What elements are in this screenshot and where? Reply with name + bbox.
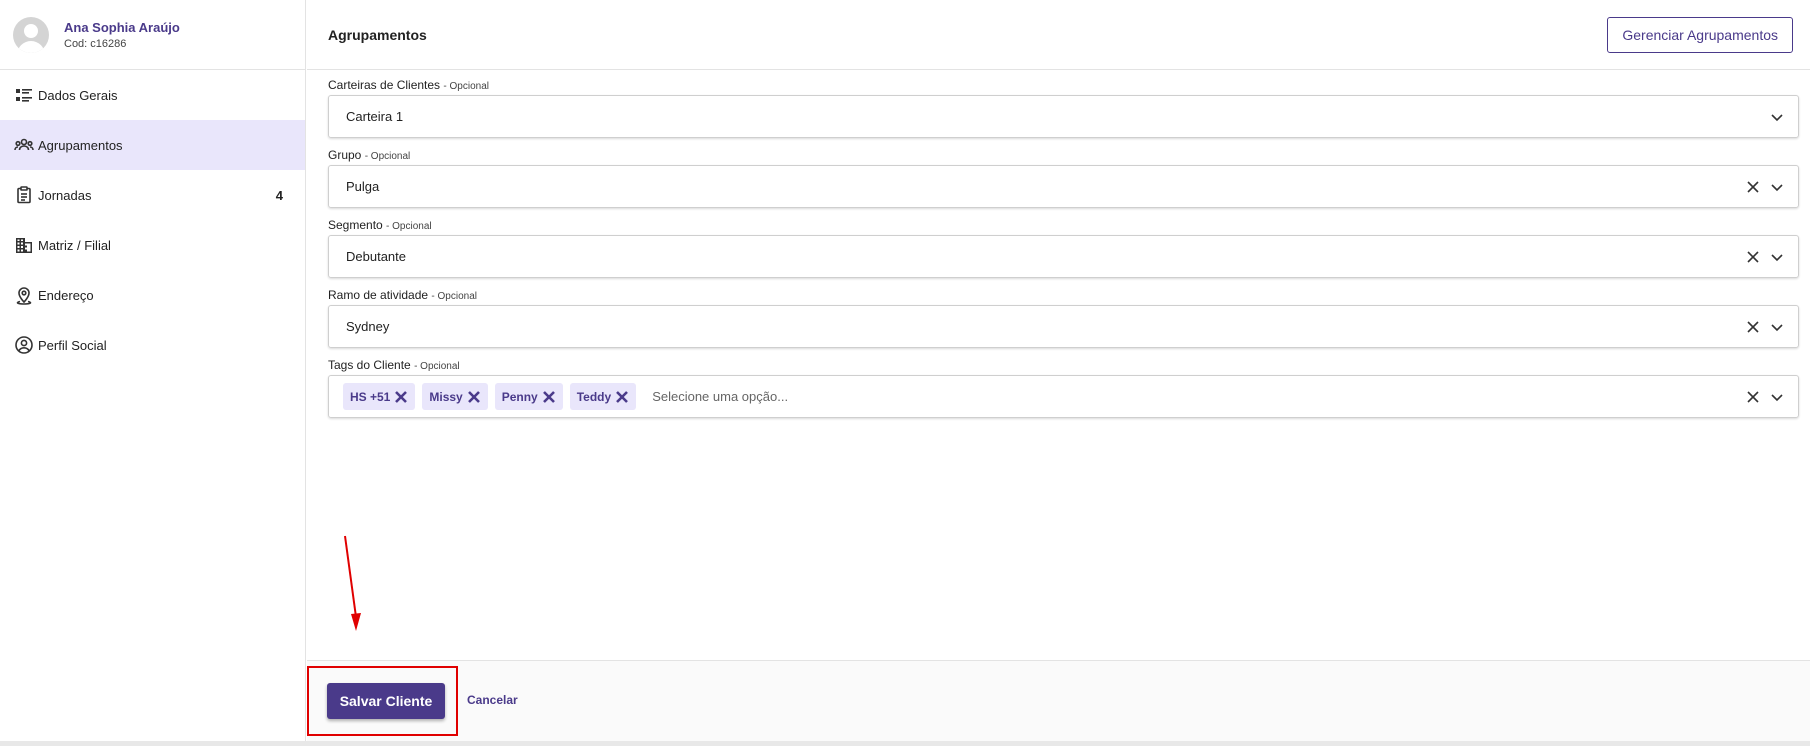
field-label: Tags do Cliente - Opcional bbox=[328, 358, 460, 372]
sidebar-item-dados-gerais[interactable]: Dados Gerais bbox=[0, 70, 305, 120]
optional-label: - Opcional bbox=[443, 81, 489, 92]
tag-label: HS +51 bbox=[350, 389, 391, 404]
building-icon bbox=[16, 238, 32, 253]
remove-tag-icon[interactable] bbox=[394, 390, 408, 404]
sidebar-item-label: Matriz / Filial bbox=[38, 237, 111, 253]
tag-label: Teddy bbox=[576, 389, 612, 404]
field-ramo-atividade: Ramo de atividade - Opcional Sydney bbox=[328, 287, 1799, 348]
field-segmento: Segmento - Opcional Debutante bbox=[328, 217, 1799, 278]
segmento-select[interactable]: Debutante bbox=[328, 235, 1799, 278]
select-value: Debutante bbox=[346, 249, 406, 264]
chevron-down-icon[interactable] bbox=[1770, 390, 1784, 404]
field-label: Ramo de atividade - Opcional bbox=[328, 288, 477, 302]
sidebar-item-endereco[interactable]: Endereço bbox=[0, 270, 305, 320]
sidebar-item-label: Agrupamentos bbox=[38, 137, 123, 153]
tag-label: Missy bbox=[429, 389, 463, 404]
tag-chip: Penny bbox=[494, 383, 563, 410]
optional-label: - Opcional bbox=[364, 151, 411, 162]
user-circle-icon bbox=[15, 336, 33, 354]
clear-icon[interactable] bbox=[1746, 180, 1760, 194]
remove-tag-icon[interactable] bbox=[467, 390, 481, 404]
tag-chip: HS +51 bbox=[343, 383, 416, 410]
tags-multiselect[interactable]: HS +51 Missy Penny Teddy Selecione uma o… bbox=[328, 375, 1799, 418]
chevron-down-icon[interactable] bbox=[1770, 250, 1784, 264]
field-label: Carteiras de Clientes - Opcional bbox=[328, 78, 489, 92]
sidebar-item-label: Endereço bbox=[38, 287, 94, 303]
optional-label: - Opcional bbox=[414, 361, 460, 372]
chevron-down-icon[interactable] bbox=[1770, 320, 1784, 334]
manage-groupings-button[interactable]: Gerenciar Agrupamentos bbox=[1607, 16, 1793, 53]
sidebar-item-label: Jornadas bbox=[38, 187, 92, 203]
profile-header: Ana Sophia Araújo Cod: c16286 bbox=[0, 0, 305, 70]
map-pin-icon bbox=[16, 287, 32, 305]
field-carteiras: Carteiras de Clientes - Opcional Carteir… bbox=[328, 77, 1799, 138]
clear-icon[interactable] bbox=[1746, 250, 1760, 264]
field-tags: Tags do Cliente - Opcional HS +51 Missy … bbox=[328, 357, 1799, 418]
groupings-form: Carteiras de Clientes - Opcional Carteir… bbox=[307, 70, 1810, 418]
cancel-link[interactable]: Cancelar bbox=[467, 693, 518, 707]
sidebar-item-perfil-social[interactable]: Perfil Social bbox=[0, 320, 305, 370]
sidebar-item-jornadas[interactable]: Jornadas 4 bbox=[0, 170, 305, 220]
chevron-down-icon[interactable] bbox=[1770, 180, 1784, 194]
field-grupo: Grupo - Opcional Pulga bbox=[328, 147, 1799, 208]
sidebar-item-label: Dados Gerais bbox=[38, 87, 118, 103]
remove-tag-icon[interactable] bbox=[542, 390, 556, 404]
sidebar-nav: Dados Gerais Agrupamentos Jornadas 4 Mat… bbox=[0, 70, 305, 370]
page-header: Agrupamentos Gerenciar Agrupamentos bbox=[307, 0, 1810, 70]
tags-search-input[interactable]: Selecione uma opção... bbox=[652, 389, 1746, 404]
sidebar-item-agrupamentos[interactable]: Agrupamentos bbox=[0, 120, 305, 170]
app-window: Ana Sophia Araújo Cod: c16286 Dados Gera… bbox=[0, 0, 1810, 746]
chevron-down-icon[interactable] bbox=[1770, 110, 1784, 124]
profile-name: Ana Sophia Araújo bbox=[64, 19, 180, 35]
sidebar-item-matriz-filial[interactable]: Matriz / Filial bbox=[0, 220, 305, 270]
grupo-select[interactable]: Pulga bbox=[328, 165, 1799, 208]
sidebar: Ana Sophia Araújo Cod: c16286 Dados Gera… bbox=[0, 0, 306, 741]
clear-icon[interactable] bbox=[1746, 320, 1760, 334]
field-label: Segmento - Opcional bbox=[328, 218, 432, 232]
save-client-button[interactable]: Salvar Cliente bbox=[327, 683, 445, 719]
list-details-icon bbox=[16, 89, 32, 102]
field-label: Grupo - Opcional bbox=[328, 148, 411, 162]
select-value: Carteira 1 bbox=[346, 109, 404, 124]
tag-chip: Missy bbox=[422, 383, 488, 410]
sidebar-item-label: Perfil Social bbox=[38, 337, 107, 353]
bottom-scrollbar[interactable] bbox=[0, 741, 1810, 746]
avatar bbox=[13, 16, 49, 53]
tag-label: Penny bbox=[501, 389, 538, 404]
count-badge: 4 bbox=[275, 187, 283, 203]
remove-tag-icon[interactable] bbox=[615, 390, 629, 404]
tag-chip: Teddy bbox=[569, 383, 637, 410]
form-footer: Salvar Cliente Cancelar bbox=[307, 660, 1810, 741]
select-value: Sydney bbox=[346, 319, 390, 334]
page-title: Agrupamentos bbox=[328, 26, 427, 43]
clear-icon[interactable] bbox=[1746, 390, 1760, 404]
optional-label: - Opcional bbox=[386, 221, 432, 232]
profile-code: Cod: c16286 bbox=[64, 37, 127, 50]
users-group-icon bbox=[14, 138, 34, 151]
clipboard-icon bbox=[17, 186, 31, 204]
main-content: Agrupamentos Gerenciar Agrupamentos Cart… bbox=[307, 0, 1810, 741]
ramo-atividade-select[interactable]: Sydney bbox=[328, 305, 1799, 348]
carteiras-select[interactable]: Carteira 1 bbox=[328, 95, 1799, 138]
select-value: Pulga bbox=[346, 179, 380, 194]
optional-label: - Opcional bbox=[431, 291, 477, 302]
